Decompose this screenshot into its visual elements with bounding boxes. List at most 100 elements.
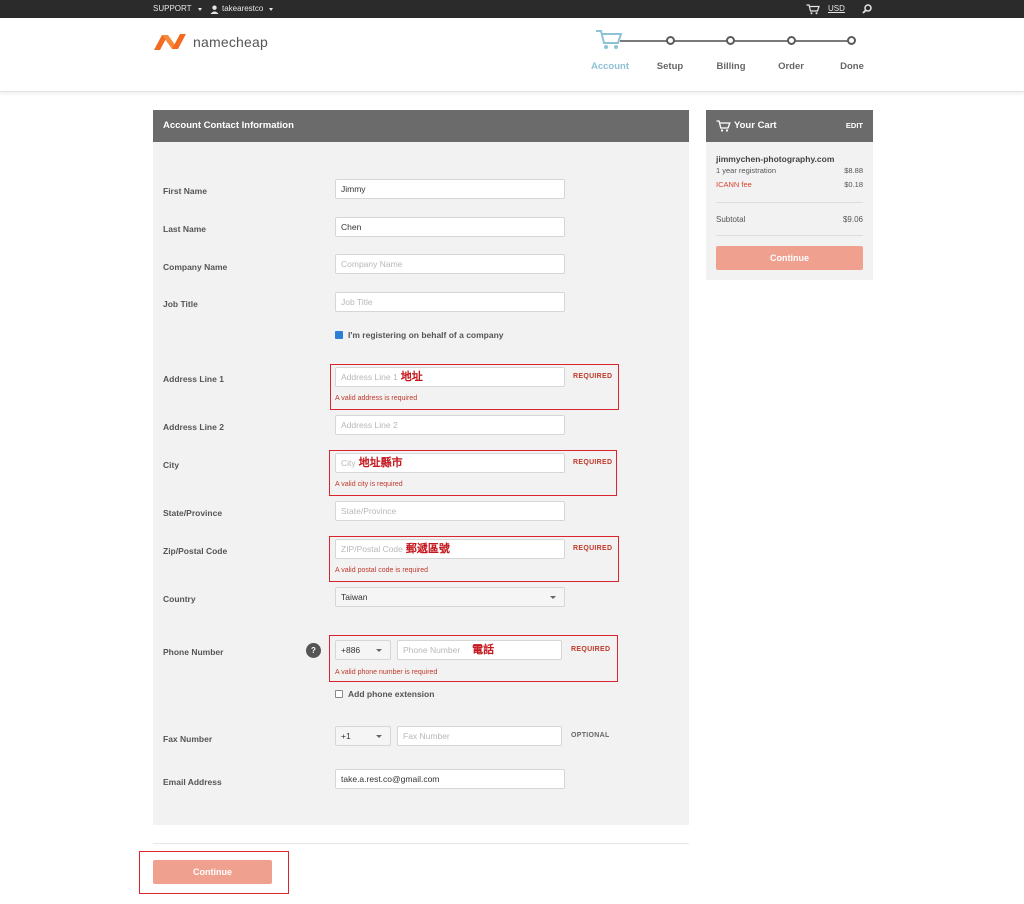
address-line-2-input[interactable]: Address Line 2: [335, 415, 565, 435]
last-name-label: Last Name: [163, 224, 206, 234]
last-name-value: Chen: [341, 222, 362, 232]
email-address-input[interactable]: take.a.rest.co@gmail.com: [335, 769, 565, 789]
first-name-input[interactable]: Jimmy: [335, 179, 565, 199]
form-title: Account Contact Information: [153, 110, 689, 142]
address-line-1-label: Address Line 1: [163, 374, 224, 384]
phone-number-input[interactable]: Phone Number 電話: [397, 640, 562, 660]
icann-fee-label: ICANN fee: [716, 180, 752, 189]
support-menu[interactable]: SUPPORT: [153, 0, 202, 18]
city-error-message: A valid city is required: [335, 481, 403, 488]
checkbox-unchecked-icon: [335, 690, 343, 698]
cart-summary: Your Cart EDIT jimmychen-photography.com…: [706, 110, 873, 280]
job-title-input[interactable]: Job Title: [335, 292, 565, 312]
chevron-down-icon: [376, 735, 382, 738]
continue-button[interactable]: Continue: [153, 860, 272, 884]
user-icon: [210, 5, 219, 14]
fax-code-value: +1: [341, 731, 351, 741]
subtotal-label: Subtotal: [716, 215, 746, 224]
company-name-input[interactable]: Company Name: [335, 254, 565, 274]
step-done: Done: [840, 61, 864, 72]
fax-number-placeholder: Fax Number: [403, 731, 450, 741]
city-required-tag: REQUIRED: [573, 459, 613, 466]
subtotal-value: $9.06: [842, 215, 863, 224]
cart-icon: [806, 3, 820, 14]
company-name-placeholder: Company Name: [341, 259, 403, 269]
step-dot-done: [847, 36, 856, 45]
icann-fee-price: $0.18: [844, 180, 863, 189]
fax-number-input[interactable]: Fax Number: [397, 726, 562, 746]
state-province-placeholder: State/Province: [341, 506, 397, 516]
account-contact-form: Account Contact Information First Name J…: [153, 110, 689, 825]
phone-required-tag: REQUIRED: [571, 646, 611, 653]
phone-extension-label: Add phone extension: [348, 689, 435, 699]
chevron-down-icon: [376, 649, 382, 652]
step-setup: Setup: [656, 61, 684, 72]
email-address-label: Email Address: [163, 777, 222, 787]
zip-input[interactable]: ZIP/Postal Code 郵遞區號: [335, 539, 565, 559]
cart-subtotal-row: Subtotal $9.06: [716, 215, 863, 224]
last-name-input[interactable]: Chen: [335, 217, 565, 237]
state-province-label: State/Province: [163, 508, 223, 518]
country-select[interactable]: Taiwan: [335, 587, 565, 607]
currency-selector[interactable]: USD: [828, 0, 845, 18]
user-menu[interactable]: takearestco: [210, 0, 274, 18]
step-dot-setup: [666, 36, 675, 45]
zip-required-tag: REQUIRED: [573, 545, 613, 552]
phone-country-code-select[interactable]: +886: [335, 640, 391, 660]
top-bar: SUPPORT takearestco USD: [0, 0, 1024, 18]
cart-domain: jimmychen-photography.com: [716, 154, 835, 164]
country-label: Country: [163, 594, 196, 604]
cart-step-icon: [596, 30, 623, 49]
step-billing: Billing: [716, 61, 746, 72]
support-label: SUPPORT: [153, 4, 192, 13]
company-checkbox[interactable]: I'm registering on behalf of a company: [335, 330, 504, 340]
phone-extension-checkbox[interactable]: Add phone extension: [335, 689, 434, 699]
chevron-down-icon: [197, 7, 202, 11]
step-dot-billing: [726, 36, 735, 45]
cart-link[interactable]: [806, 0, 820, 18]
fax-country-code-select[interactable]: +1: [335, 726, 391, 746]
zip-label: Zip/Postal Code: [163, 546, 228, 556]
divider: [716, 202, 863, 203]
namecheap-logo[interactable]: namecheap: [153, 32, 268, 52]
phone-error-message: A valid phone number is required: [335, 669, 438, 676]
address-line-1-placeholder: Address Line 1: [341, 372, 398, 382]
progress-line: [620, 40, 852, 42]
cart-registration-row: 1 year registration $8.88: [716, 166, 863, 175]
address-error-message: A valid address is required: [335, 395, 418, 402]
phone-annotation: 電話: [472, 643, 495, 656]
checkbox-checked-icon: [335, 331, 343, 339]
step-account: Account: [591, 61, 629, 72]
first-name-value: Jimmy: [341, 184, 366, 194]
state-province-input[interactable]: State/Province: [335, 501, 565, 521]
phone-number-label: Phone Number: [163, 647, 224, 657]
zip-placeholder: ZIP/Postal Code: [341, 544, 403, 554]
address-annotation: 地址: [400, 370, 423, 383]
cart-icon: [716, 120, 731, 132]
chevron-down-icon: [550, 596, 556, 599]
logo-text: namecheap: [193, 34, 268, 50]
chevron-down-icon: [269, 7, 274, 11]
help-icon[interactable]: ?: [306, 643, 321, 658]
username-label: takearestco: [222, 4, 264, 13]
divider: [153, 843, 689, 844]
cart-continue-button[interactable]: Continue: [716, 246, 863, 270]
phone-number-placeholder: Phone Number: [403, 645, 461, 655]
step-order: Order: [778, 61, 804, 72]
address-line-1-input[interactable]: Address Line 1 地址: [335, 367, 565, 387]
registration-price: $8.88: [844, 166, 863, 175]
address-line-2-label: Address Line 2: [163, 422, 224, 432]
cart-edit-link[interactable]: EDIT: [846, 110, 863, 142]
job-title-placeholder: Job Title: [341, 297, 373, 307]
city-label: City: [163, 460, 180, 470]
search-icon: [862, 4, 872, 14]
step-dot-order: [787, 36, 796, 45]
city-input[interactable]: City 地址縣市: [335, 453, 565, 473]
site-header: namecheap Account Setup Billing Order Do…: [0, 18, 1024, 92]
logo-mark-icon: [154, 34, 186, 50]
search-button[interactable]: [862, 0, 872, 18]
phone-code-value: +886: [341, 645, 361, 655]
registration-label: 1 year registration: [716, 166, 777, 175]
address-required-tag: REQUIRED: [573, 373, 613, 380]
cart-title: Your Cart: [734, 120, 777, 131]
